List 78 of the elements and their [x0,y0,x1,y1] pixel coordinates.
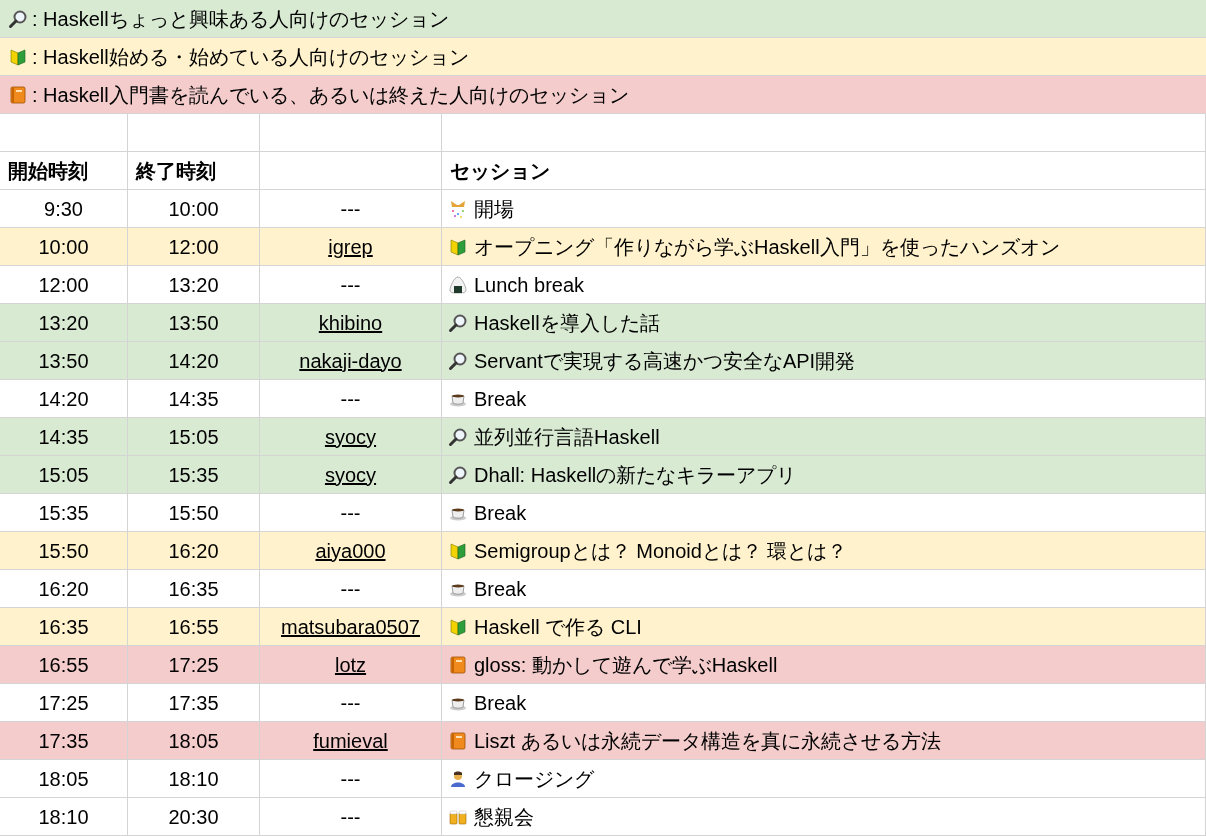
session-title: Lunch break [474,272,585,298]
magnifier-icon [8,8,28,29]
column-header: 終了時刻 [136,158,216,184]
start-time: 14:35 [38,424,89,450]
magnifier-icon [448,464,468,485]
magnifier-icon [448,350,468,371]
end-time: 12:00 [168,234,219,260]
start-time: 16:35 [38,614,89,640]
start-time: 13:50 [38,348,89,374]
session-title: 並列並行言語Haskell [474,424,660,450]
end-time: 17:35 [168,690,219,716]
speaker-text: --- [340,196,361,222]
session-title: Break [474,690,527,716]
speaker-text: --- [340,690,361,716]
session-title: gloss: 動かして遊んで学ぶHaskell [474,652,778,678]
session-title: Dhall: Haskellの新たなキラーアプリ [474,462,797,488]
end-time: 16:55 [168,614,219,640]
start-time: 15:50 [38,538,89,564]
end-time: 17:25 [168,652,219,678]
speaker-text: --- [340,272,361,298]
start-time: 15:05 [38,462,89,488]
beginner-mark-icon [8,46,28,67]
end-time: 13:50 [168,310,219,336]
start-time: 17:25 [38,690,89,716]
session-title: オープニング「作りながら学ぶHaskell入門」を使ったハンズオン [474,234,1060,260]
session-title: 開場 [474,196,514,222]
start-time: 16:20 [38,576,89,602]
end-time: 16:20 [168,538,219,564]
end-time: 15:05 [168,424,219,450]
start-time: 17:35 [38,728,89,754]
magnifier-icon [448,312,468,333]
beginner-mark-icon [448,540,468,561]
session-title: Servantで実現する高速かつ安全なAPI開発 [474,348,856,374]
session-title: Haskell で作る CLI [474,614,642,640]
book-icon [448,654,468,675]
start-time: 18:05 [38,766,89,792]
end-time: 14:35 [168,386,219,412]
beginner-mark-icon [448,236,468,257]
column-header: 開始時刻 [8,158,88,184]
speaker-text: --- [340,804,361,830]
beginner-mark-icon [448,616,468,637]
column-header: セッション [450,158,550,184]
start-time: 12:00 [38,272,89,298]
start-time: 18:10 [38,804,89,830]
legend-text: : Haskell始める・始めている人向けのセッション [32,44,469,70]
magnifier-icon [448,426,468,447]
end-time: 18:05 [168,728,219,754]
session-title: Liszt あるいは永続データ構造を真に永続させる方法 [474,728,941,754]
legend-text: : Haskellちょっと興味ある人向けのセッション [32,6,449,32]
session-title: Semigroupとは？ Monoidとは？ 環とは？ [474,538,848,564]
end-time: 20:30 [168,804,219,830]
end-time: 16:35 [168,576,219,602]
speaker-text: --- [340,386,361,412]
start-time: 9:30 [44,196,83,222]
speaker-text: --- [340,766,361,792]
book-icon [448,730,468,751]
start-time: 14:20 [38,386,89,412]
end-time: 15:50 [168,500,219,526]
speaker-text: --- [340,500,361,526]
session-title: クロージング [474,766,594,792]
end-time: 13:20 [168,272,219,298]
start-time: 15:35 [38,500,89,526]
speaker-link[interactable]: lotz [334,649,367,680]
end-time: 15:35 [168,462,219,488]
start-time: 13:20 [38,310,89,336]
end-time: 18:10 [168,766,219,792]
session-title: Break [474,576,527,602]
session-title: Break [474,386,527,412]
start-time: 10:00 [38,234,89,260]
book-icon [8,84,28,105]
end-time: 10:00 [168,196,219,222]
session-title: Haskellを導入した話 [474,310,660,336]
start-time: 16:55 [38,652,89,678]
session-title: Break [474,500,527,526]
legend-text: : Haskell入門書を読んでいる、あるいは終えた人向けのセッション [32,82,629,108]
end-time: 14:20 [168,348,219,374]
session-title: 懇親会 [474,804,534,830]
speaker-text: --- [340,576,361,602]
